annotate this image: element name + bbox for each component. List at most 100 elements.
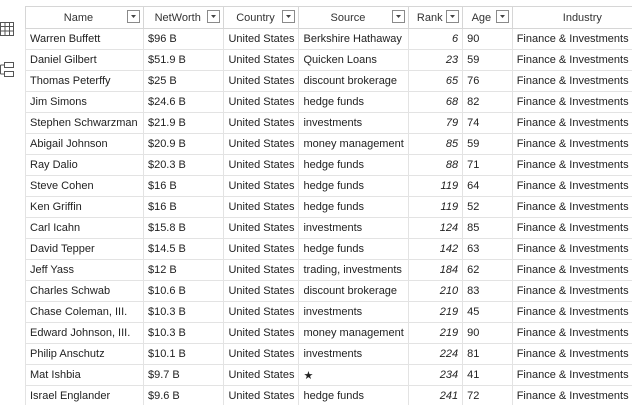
cell-source: Quicken Loans: [298, 49, 410, 71]
cell-networth: $9.7 B: [142, 364, 225, 386]
cell-industry: Finance & Investments: [511, 196, 632, 218]
cell-name: Carl Icahn: [25, 217, 144, 239]
cell-industry: Finance & Investments: [511, 70, 632, 92]
cell-rank: 142: [408, 238, 464, 260]
cell-age: 90: [462, 28, 513, 50]
cell-source: ★: [298, 364, 410, 386]
cell-rank: 210: [408, 280, 464, 302]
cell-name: Edward Johnson, III.: [25, 322, 144, 344]
cell-name: Charles Schwab: [25, 280, 144, 302]
cell-age: 62: [462, 259, 513, 281]
cell-age: 45: [462, 301, 513, 323]
header-row: Name NetWorth Country Source Rank Age Industry: [25, 6, 632, 29]
cell-rank: 23: [408, 49, 464, 71]
view-switcher-rail: [0, 0, 25, 405]
cell-rank: 6: [408, 28, 464, 50]
cell-source: discount brokerage: [298, 280, 410, 302]
cell-industry: Finance & Investments: [511, 112, 632, 134]
column-header-industry[interactable]: Industry: [511, 6, 632, 29]
cell-source: investments: [298, 343, 410, 365]
column-header-rank[interactable]: Rank: [408, 6, 464, 29]
column-header-country[interactable]: Country: [223, 6, 300, 29]
cell-rank: 85: [408, 133, 464, 155]
cell-industry: Finance & Investments: [511, 280, 632, 302]
filter-dropdown-icon[interactable]: [495, 10, 509, 23]
cell-country: United States: [223, 70, 300, 92]
cell-age: 81: [462, 343, 513, 365]
table-row: Stephen Schwarzman $21.9 B United States in…: [25, 112, 632, 134]
column-header-label: Name: [63, 11, 94, 24]
table-row: Warren Buffett $96 B United States Berkshir…: [25, 28, 632, 50]
filter-dropdown-icon[interactable]: [446, 10, 460, 23]
cell-industry: Finance & Investments: [511, 133, 632, 155]
cell-industry: Finance & Investments: [511, 301, 632, 323]
cell-rank: 119: [408, 196, 464, 218]
table-icon[interactable]: [0, 22, 14, 36]
cell-age: 71: [462, 154, 513, 176]
table-row: Thomas Peterffy $25 B United States discoun…: [25, 70, 632, 92]
cell-networth: $16 B: [142, 175, 225, 197]
cell-country: United States: [223, 322, 300, 344]
cell-networth: $16 B: [142, 196, 225, 218]
cell-country: United States: [223, 28, 300, 50]
cell-country: United States: [223, 364, 300, 386]
cell-country: United States: [223, 112, 300, 134]
cell-rank: 119: [408, 175, 464, 197]
cell-country: United States: [223, 259, 300, 281]
cell-source: hedge funds: [298, 196, 410, 218]
column-header-age[interactable]: Age: [462, 6, 513, 29]
cell-age: 41: [462, 364, 513, 386]
filter-dropdown-icon[interactable]: [392, 10, 406, 23]
cell-networth: $96 B: [142, 28, 225, 50]
column-header-networth[interactable]: NetWorth: [142, 6, 225, 29]
cell-name: Chase Coleman, III.: [25, 301, 144, 323]
cell-source: investments: [298, 217, 410, 239]
cell-rank: 234: [408, 364, 464, 386]
cell-name: Jim Simons: [25, 91, 144, 113]
table-row: Philip Anschutz $10.1 B United States inves…: [25, 343, 632, 365]
cell-country: United States: [223, 217, 300, 239]
cell-age: 76: [462, 70, 513, 92]
cell-source: discount brokerage: [298, 70, 410, 92]
cell-age: 82: [462, 91, 513, 113]
column-header-label: Source: [330, 11, 366, 24]
cell-name: Philip Anschutz: [25, 343, 144, 365]
cell-country: United States: [223, 385, 300, 405]
column-header-label: Country: [236, 11, 275, 24]
cell-age: 64: [462, 175, 513, 197]
cell-age: 52: [462, 196, 513, 218]
filter-dropdown-icon[interactable]: [207, 10, 221, 23]
cell-rank: 219: [408, 322, 464, 344]
table-row: Edward Johnson, III. $10.3 B United States…: [25, 322, 632, 344]
cell-industry: Finance & Investments: [511, 217, 632, 239]
cell-networth: $10.6 B: [142, 280, 225, 302]
cell-rank: 65: [408, 70, 464, 92]
cell-rank: 68: [408, 91, 464, 113]
data-table-container: Name NetWorth Country Source Rank Age Industry…: [25, 6, 632, 405]
table-row: Steve Cohen $16 B United States hedge funds…: [25, 175, 632, 197]
relationship-icon[interactable]: [0, 62, 14, 77]
cell-name: Stephen Schwarzman: [25, 112, 144, 134]
cell-industry: Finance & Investments: [511, 259, 632, 281]
table-row: Jim Simons $24.6 B United States hedge fund…: [25, 91, 632, 113]
column-header-source[interactable]: Source: [298, 6, 410, 29]
cell-networth: $25 B: [142, 70, 225, 92]
cell-networth: $21.9 B: [142, 112, 225, 134]
column-header-name[interactable]: Name: [25, 6, 144, 29]
cell-rank: 79: [408, 112, 464, 134]
filter-dropdown-icon[interactable]: [126, 10, 140, 23]
cell-networth: $14.5 B: [142, 238, 225, 260]
cell-name: Jeff Yass: [25, 259, 144, 281]
filter-dropdown-icon[interactable]: [282, 10, 296, 23]
cell-source: investments: [298, 301, 410, 323]
cell-industry: Finance & Investments: [511, 385, 632, 405]
table-row: Jeff Yass $12 B United States trading, inve…: [25, 259, 632, 281]
cell-networth: $10.3 B: [142, 301, 225, 323]
cell-country: United States: [223, 196, 300, 218]
column-header-label: Industry: [562, 11, 602, 24]
cell-source: money management: [298, 133, 410, 155]
data-table: Name NetWorth Country Source Rank Age Industry…: [25, 6, 632, 405]
table-row: Charles Schwab $10.6 B United States discou…: [25, 280, 632, 302]
cell-source: hedge funds: [298, 91, 410, 113]
cell-networth: $10.3 B: [142, 322, 225, 344]
